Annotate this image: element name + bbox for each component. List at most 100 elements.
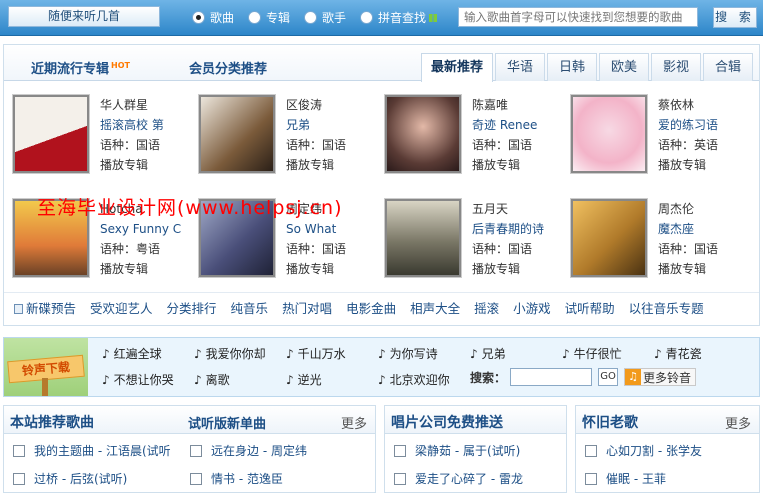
song-checkbox[interactable] xyxy=(585,472,597,485)
song-item[interactable]: 催眠 - 王菲 xyxy=(585,470,666,487)
album-title[interactable]: 摇滚高校 第 xyxy=(100,115,186,135)
random-play-button[interactable]: 随便来听几首 xyxy=(8,6,160,27)
ringtone-song-label: 我爱你你却 xyxy=(205,347,266,361)
album-artist[interactable]: 区俊涛 xyxy=(286,95,372,115)
radio-singer-circle[interactable] xyxy=(304,11,318,24)
play-album-link[interactable]: 播放专辑 xyxy=(472,259,558,279)
radio-pinyin[interactable]: 拼音查找 xyxy=(360,9,438,26)
ringtone-search-input[interactable] xyxy=(510,368,593,386)
song-item[interactable]: 爱走了心碎了 - 雷龙 xyxy=(394,470,523,487)
song-checkbox[interactable] xyxy=(13,444,25,457)
sign-post xyxy=(42,378,48,396)
album-cover[interactable] xyxy=(384,94,462,174)
ringtone-song[interactable]: ♪ 为你写诗 xyxy=(378,345,438,362)
album-artist[interactable]: 华人群星 xyxy=(100,95,186,115)
ringtone-song[interactable]: ♪ 离歌 xyxy=(194,371,230,388)
ringtone-go-button[interactable]: GO xyxy=(598,368,619,386)
play-album-link[interactable]: 播放专辑 xyxy=(100,155,186,175)
tab-film[interactable]: 影视 xyxy=(651,53,701,81)
ringtone-song[interactable]: ♪ 不想让你哭 xyxy=(102,371,174,388)
ringtone-song[interactable]: ♪ 牛仔很忙 xyxy=(562,345,622,362)
music-note-icon: ♪ xyxy=(286,347,294,361)
ringtone-song[interactable]: ♪ 千山万水 xyxy=(286,345,346,362)
song-item[interactable]: 我的主题曲 - 江语晨(试听 xyxy=(13,442,171,459)
category-link[interactable]: 相声大全 xyxy=(410,298,460,317)
song-item[interactable]: 心如刀割 - 张学友 xyxy=(585,442,702,459)
album-artist[interactable]: 周杰伦 xyxy=(658,199,744,219)
album-artist[interactable]: 蔡依林 xyxy=(658,95,744,115)
song-checkbox[interactable] xyxy=(190,444,202,457)
song-item[interactable]: 过桥 - 后弦(试听) xyxy=(13,470,127,487)
tab-western[interactable]: 欧美 xyxy=(599,53,649,81)
category-link[interactable]: 纯音乐 xyxy=(231,298,269,317)
play-album-link[interactable]: 播放专辑 xyxy=(658,155,744,175)
music-note-icon: ♪ xyxy=(378,347,386,361)
play-album-link[interactable]: 播放专辑 xyxy=(286,155,372,175)
ringtone-song[interactable]: ♪ 青花瓷 xyxy=(654,345,702,362)
album-artist[interactable]: 五月天 xyxy=(472,199,558,219)
more-ringtones-button[interactable]: ♫ 更多铃音 xyxy=(624,368,697,386)
song-checkbox[interactable] xyxy=(585,444,597,457)
search-button[interactable]: 搜 索 xyxy=(713,7,757,28)
more-link[interactable]: 更多 xyxy=(725,413,751,432)
radio-song-circle[interactable] xyxy=(192,11,205,24)
ringtone-song[interactable]: ♪ 我爱你你却 xyxy=(194,345,266,362)
radio-singer[interactable]: 歌手 xyxy=(304,9,346,26)
ringtone-song[interactable]: ♪ 逆光 xyxy=(286,371,322,388)
tab-chinese[interactable]: 华语 xyxy=(495,53,545,81)
album-title[interactable]: Sexy Funny C xyxy=(100,219,186,239)
category-link[interactable]: 电影金曲 xyxy=(346,298,396,317)
album-artist[interactable]: 陈嘉唯 xyxy=(472,95,558,115)
album-cover[interactable] xyxy=(570,198,648,278)
album-cover[interactable] xyxy=(198,94,276,174)
song-checkbox[interactable] xyxy=(13,472,25,485)
song-checkbox[interactable] xyxy=(190,472,202,485)
song-item[interactable]: 情书 - 范逸臣 xyxy=(190,470,283,487)
ringtone-song-label: 北京欢迎你 xyxy=(389,373,450,387)
category-new-preview[interactable]: 新碟预告 xyxy=(14,298,76,317)
song-checkbox[interactable] xyxy=(394,444,406,457)
album-title[interactable]: 魔杰座 xyxy=(658,219,744,239)
ringtone-song[interactable]: ♪ 红遍全球 xyxy=(102,345,162,362)
music-note-icon: ♪ xyxy=(654,347,662,361)
category-link[interactable]: 分类排行 xyxy=(167,298,217,317)
play-album-link[interactable]: 播放专辑 xyxy=(286,259,372,279)
album-cover[interactable] xyxy=(570,94,648,174)
album-cover[interactable] xyxy=(12,94,90,174)
recent-albums-title[interactable]: 近期流行专辑 HOT xyxy=(31,58,130,77)
album-title[interactable]: 后青春期的诗 xyxy=(472,219,558,239)
tab-jpkr[interactable]: 日韩 xyxy=(547,53,597,81)
tab-latest[interactable]: 最新推荐 xyxy=(421,53,493,82)
ringtone-song[interactable]: ♪ 北京欢迎你 xyxy=(378,371,450,388)
category-link[interactable]: 以往音乐专题 xyxy=(629,298,704,317)
album-title[interactable]: So What xyxy=(286,219,372,239)
album-title[interactable]: 兄弟 xyxy=(286,115,372,135)
play-album-link[interactable]: 播放专辑 xyxy=(472,155,558,175)
radio-pinyin-circle[interactable] xyxy=(360,11,374,24)
album-title[interactable]: 奇迹 Renee xyxy=(472,115,558,135)
category-link[interactable]: 热门对唱 xyxy=(282,298,332,317)
category-link[interactable]: 试听帮助 xyxy=(565,298,615,317)
category-link[interactable]: 摇滚 xyxy=(474,298,499,317)
song-checkbox[interactable] xyxy=(394,472,406,485)
song-item[interactable]: 梁静茹 - 属于(试听) xyxy=(394,442,520,459)
radio-album-circle[interactable] xyxy=(248,11,262,24)
song-item[interactable]: 远在身边 - 周定纬 xyxy=(190,442,307,459)
album-cover[interactable] xyxy=(384,198,462,278)
recommended-songs-title: 本站推荐歌曲 xyxy=(10,415,94,431)
song-label: 我的主题曲 - 江语晨(试听 xyxy=(34,444,171,458)
more-link[interactable]: 更多 xyxy=(341,413,367,432)
member-recommend-title[interactable]: 会员分类推荐 xyxy=(189,58,267,77)
category-link[interactable]: 受欢迎艺人 xyxy=(90,298,153,317)
music-note-icon: ♪ xyxy=(562,347,570,361)
song-search-input[interactable] xyxy=(458,7,698,27)
album-title[interactable]: 爱的练习语 xyxy=(658,115,744,135)
radio-song[interactable]: 歌曲 xyxy=(192,9,234,26)
play-album-link[interactable]: 播放专辑 xyxy=(658,259,744,279)
play-album-link[interactable]: 播放专辑 xyxy=(100,259,186,279)
radio-album[interactable]: 专辑 xyxy=(248,9,290,26)
category-link[interactable]: 小游戏 xyxy=(513,298,551,317)
ringtone-song[interactable]: ♪ 兄弟 xyxy=(470,345,506,362)
recommended-songs-box: 本站推荐歌曲 试听版新单曲 更多 我的主题曲 - 江语晨(试听 过桥 - 后弦(… xyxy=(3,405,376,493)
tab-compilation[interactable]: 合辑 xyxy=(703,53,753,81)
